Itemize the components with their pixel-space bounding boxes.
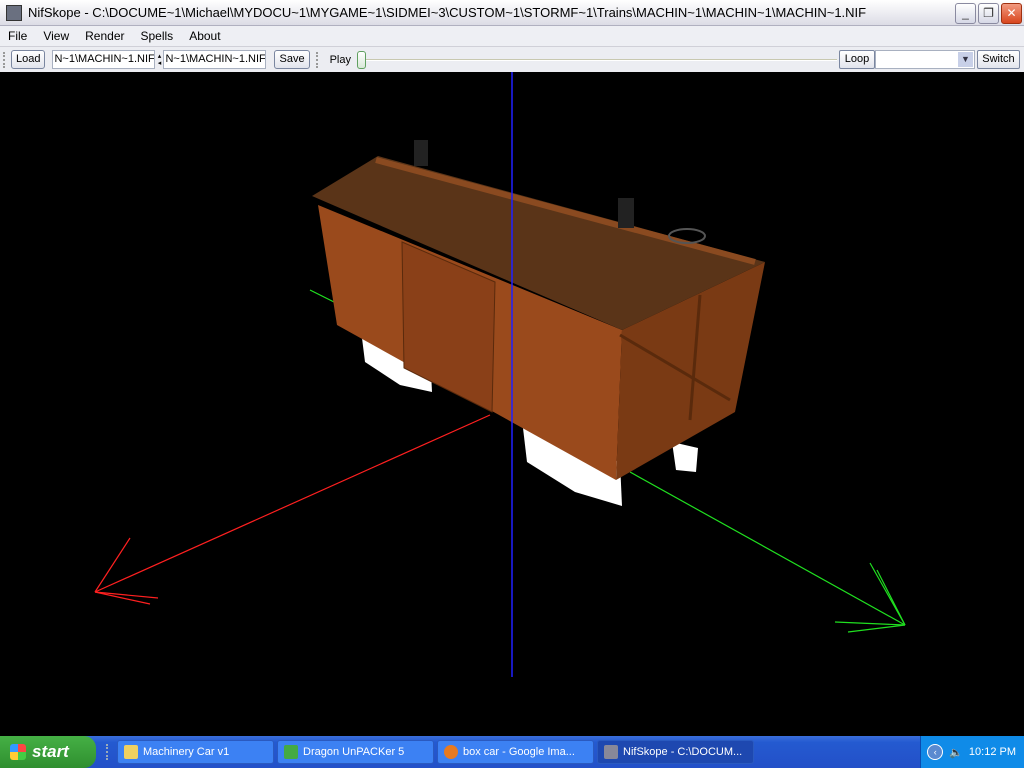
task-label: Machinery Car v1 (143, 746, 230, 758)
restore-button[interactable]: ❐ (978, 3, 999, 24)
load-path-input[interactable]: N~1\MACHIN~1.NIF (52, 50, 156, 69)
nifskope-icon (604, 745, 618, 759)
start-button[interactable]: start (0, 736, 96, 768)
task-label: Dragon UnPACKer 5 (303, 746, 405, 758)
save-button[interactable]: Save (274, 50, 310, 69)
scene (94, 72, 906, 677)
menu-bar: File View Render Spells About (0, 26, 1024, 46)
chevron-left-icon[interactable]: ‹ (927, 744, 944, 760)
task-label: box car - Google Ima... (463, 746, 575, 758)
task-label: NifSkope - C:\DOCUM... (623, 746, 743, 758)
task-machinery-car[interactable]: Machinery Car v1 (117, 740, 274, 764)
roof-chimney-2 (618, 198, 634, 228)
green-axis-arrowhead (834, 562, 906, 633)
folder-icon (124, 745, 138, 759)
toolbar: Load N~1\MACHIN~1.NIF ▴ ◂ N~1\MACHIN~1.NI… (0, 46, 1024, 72)
dragon-icon (284, 745, 298, 759)
red-axis (94, 414, 491, 593)
menu-spells[interactable]: Spells (133, 29, 182, 43)
boxcar-model (312, 140, 765, 506)
taskbar: start Machinery Car v1 Dragon UnPACKer 5… (0, 736, 1024, 768)
green-axis (629, 471, 906, 626)
windows-flag-icon (10, 744, 26, 760)
menu-file[interactable]: File (0, 29, 35, 43)
save-path-input[interactable]: N~1\MACHIN~1.NIF (163, 50, 267, 69)
menu-render[interactable]: Render (77, 29, 132, 43)
window-title: NifSkope - C:\DOCUME~1\Michael\MYDOCU~1\… (28, 5, 867, 20)
close-button[interactable]: ✕ (1001, 3, 1022, 24)
system-tray: ‹ 🔈 10:12 PM (920, 736, 1024, 768)
wheel-truck-end (672, 442, 698, 472)
toolbar-grip[interactable] (3, 51, 7, 68)
task-firefox[interactable]: box car - Google Ima... (437, 740, 594, 764)
title-bar: NifSkope - C:\DOCUME~1\Michael\MYDOCU~1\… (0, 0, 1024, 26)
toolbar-grip-2[interactable] (315, 51, 320, 68)
sequence-select[interactable]: ▼ (874, 50, 975, 69)
play-button[interactable]: Play (330, 54, 351, 66)
chevron-down-icon[interactable]: ▼ (957, 52, 973, 67)
3d-viewport[interactable] (0, 72, 1024, 736)
red-axis-arrowhead (94, 537, 159, 605)
slider-thumb[interactable] (356, 50, 366, 69)
taskbar-grip[interactable] (106, 744, 110, 760)
minimize-button[interactable]: _ (955, 3, 976, 24)
slider-track (356, 58, 837, 61)
animation-slider[interactable] (356, 50, 837, 69)
start-label: start (32, 742, 69, 761)
firefox-icon (444, 745, 458, 759)
menu-about[interactable]: About (181, 29, 228, 43)
speaker-icon[interactable]: 🔈 (949, 746, 963, 759)
menu-view[interactable]: View (35, 29, 77, 43)
nifskope-app-icon[interactable] (6, 4, 22, 21)
task-dragon-unpacker[interactable]: Dragon UnPACKer 5 (277, 740, 434, 764)
switch-button[interactable]: Switch (976, 50, 1020, 69)
swap-arrows-icon[interactable]: ▴ ◂ (155, 53, 163, 67)
task-nifskope[interactable]: NifSkope - C:\DOCUM... (597, 740, 754, 764)
load-button[interactable]: Load (11, 50, 46, 69)
roof-chimney (414, 140, 428, 166)
clock[interactable]: 10:12 PM (969, 746, 1016, 758)
loop-button[interactable]: Loop (838, 50, 875, 69)
